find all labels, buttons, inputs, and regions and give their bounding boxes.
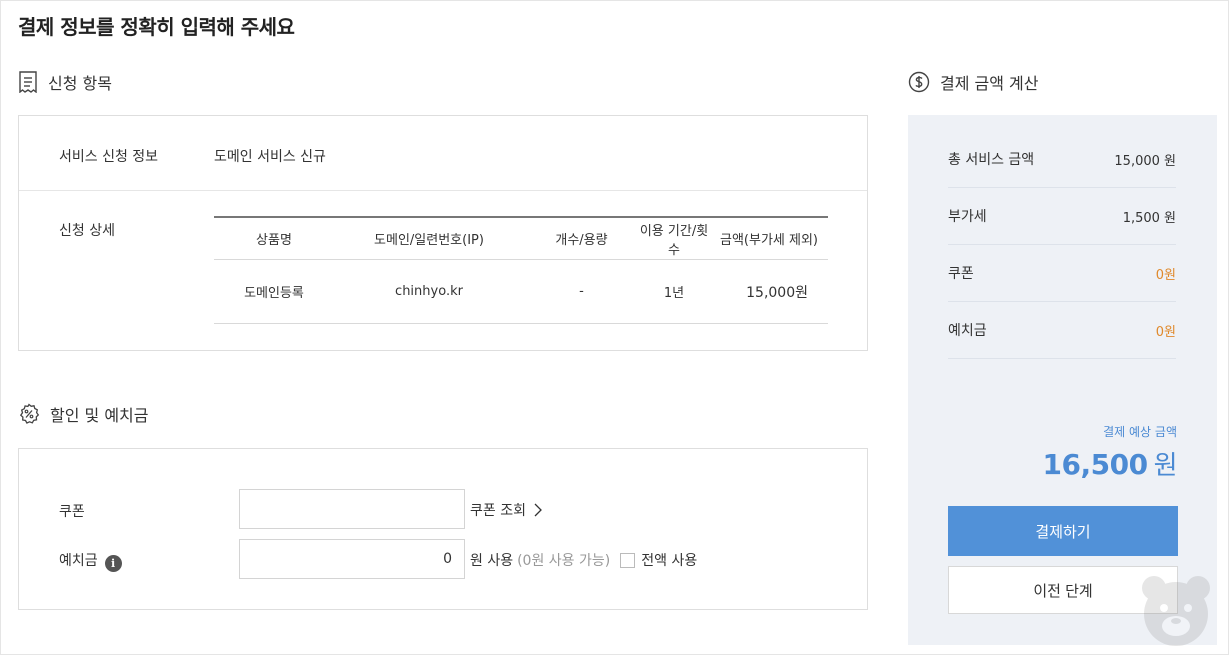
- expected-amount-value: 16,500: [1042, 448, 1149, 481]
- apply-box: 서비스 신청 정보 도메인 서비스 신규 신청 상세 상품명 도메인/일련번호(…: [18, 115, 868, 351]
- calc-row-deposit: 예치금 0원: [948, 302, 1176, 359]
- expected-amount-unit: 원: [1153, 451, 1178, 481]
- coupon-lookup-label: 쿠폰 조회: [470, 503, 526, 519]
- dollar-circle-icon: [908, 71, 930, 93]
- coupon-input[interactable]: [239, 489, 465, 529]
- deposit-input[interactable]: [239, 539, 465, 579]
- table-row: 도메인등록 chinhyo.kr - 1년 15,000원: [214, 260, 828, 324]
- header-amount: 금액(부가세 제외): [720, 233, 818, 248]
- coupon-label: 쿠폰: [59, 504, 85, 520]
- detail-table: 상품명 도메인/일련번호(IP) 개수/용량 이용 기간/횟수 금액(부가세 제…: [214, 216, 828, 324]
- calc-label: 예치금: [948, 323, 987, 339]
- header-period: 이용 기간/횟수: [639, 223, 709, 258]
- discount-box: 쿠폰 쿠폰 조회 예치금 i 원 사용 (0원 사용 가능) 전액 사용: [18, 448, 868, 610]
- cell-period: 1년: [663, 286, 685, 301]
- calc-label: 부가세: [948, 209, 987, 225]
- cell-product: 도메인등록: [244, 286, 304, 301]
- calc-value: 15,000 원: [1114, 153, 1176, 169]
- service-info-value: 도메인 서비스 신규: [214, 149, 326, 165]
- detail-label: 신청 상세: [59, 223, 115, 239]
- chevron-right-icon: [534, 503, 542, 517]
- header-domain: 도메인/일련번호(IP): [374, 233, 484, 248]
- cell-amount: 15,000원: [746, 284, 808, 301]
- deposit-usage: 원 사용 (0원 사용 가능) 전액 사용: [470, 550, 697, 570]
- expected-amount: 16,500 원: [1042, 445, 1178, 482]
- apply-section-header: 신청 항목: [18, 70, 112, 94]
- deposit-available: (0원 사용 가능): [517, 553, 611, 569]
- calc-row-vat: 부가세 1,500 원: [948, 188, 1176, 245]
- deposit-unit-label: 원 사용: [470, 553, 514, 569]
- table-header: 상품명 도메인/일련번호(IP) 개수/용량 이용 기간/횟수 금액(부가세 제…: [214, 218, 828, 260]
- pay-button[interactable]: 결제하기: [948, 506, 1178, 556]
- use-all-label[interactable]: 전액 사용: [641, 550, 697, 570]
- calc-label: 총 서비스 금액: [948, 152, 1035, 168]
- use-all-checkbox[interactable]: [620, 552, 636, 568]
- cell-domain: chinhyo.kr: [395, 284, 463, 299]
- discount-section-title: 할인 및 예치금: [50, 406, 149, 425]
- header-product: 상품명: [256, 233, 292, 248]
- row-divider: [19, 190, 867, 191]
- calc-value: 0원: [1155, 267, 1176, 283]
- calc-row-coupon: 쿠폰 0원: [948, 245, 1176, 302]
- calc-value: 0원: [1155, 324, 1176, 340]
- calc-label: 쿠폰: [948, 266, 974, 282]
- apply-section-title: 신청 항목: [48, 74, 112, 93]
- discount-section-header: 할인 및 예치금: [18, 402, 149, 426]
- header-quantity: 개수/용량: [555, 233, 608, 248]
- calc-section-header: 결제 금액 계산: [908, 70, 1039, 94]
- deposit-label-wrap: 예치금 i: [59, 550, 122, 572]
- bear-mascot-icon: [1142, 576, 1210, 646]
- deposit-label: 예치금: [59, 553, 98, 569]
- service-info-label: 서비스 신청 정보: [59, 149, 159, 165]
- calc-section-title: 결제 금액 계산: [940, 74, 1039, 93]
- calc-panel: 총 서비스 금액 15,000 원 부가세 1,500 원 쿠폰 0원 예치금 …: [908, 115, 1217, 645]
- calc-value: 1,500 원: [1122, 210, 1176, 226]
- receipt-icon: [19, 71, 37, 93]
- calc-row-total: 총 서비스 금액 15,000 원: [948, 131, 1176, 188]
- coupon-lookup-link[interactable]: 쿠폰 조회: [470, 500, 542, 520]
- info-icon[interactable]: i: [104, 555, 122, 572]
- page-title: 결제 정보를 정확히 입력해 주세요: [18, 15, 295, 39]
- discount-badge-icon: [19, 403, 40, 424]
- expected-amount-label: 결제 예상 금액: [1103, 425, 1177, 439]
- cell-quantity: -: [579, 284, 584, 299]
